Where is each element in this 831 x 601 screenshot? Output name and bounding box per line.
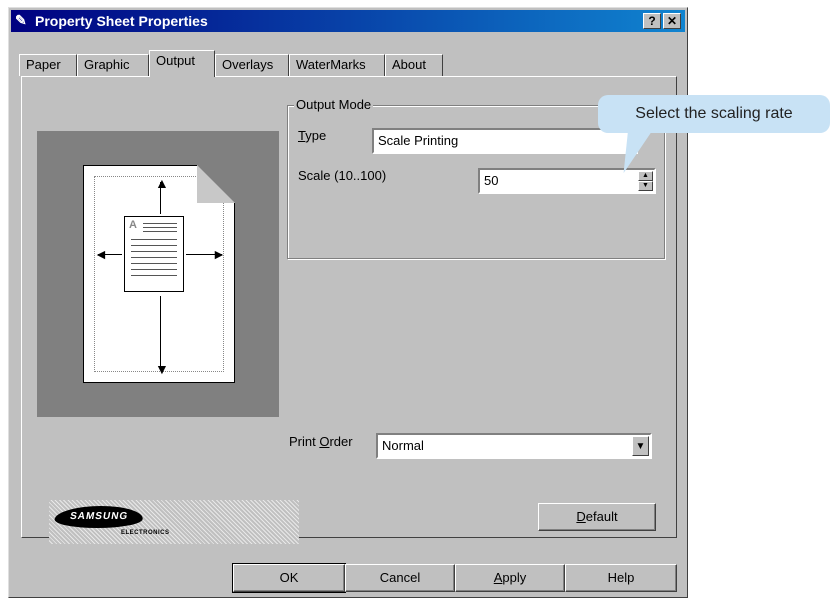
print-order-value: Normal bbox=[382, 438, 424, 453]
preview-page: ▲ ▼ ◄ ► A bbox=[83, 165, 235, 383]
type-value: Scale Printing bbox=[378, 133, 459, 148]
type-dropdown[interactable]: Scale Printing bbox=[372, 128, 638, 154]
arrow-down-icon: ▼ bbox=[155, 361, 169, 377]
title-bar[interactable]: ✎ Property Sheet Properties ? ✕ bbox=[11, 10, 685, 32]
scale-spinner[interactable]: ▲ ▼ bbox=[638, 171, 653, 191]
output-mode-title: Output Mode bbox=[294, 97, 374, 112]
tab-output[interactable]: Output bbox=[149, 50, 215, 77]
print-order-label: Print Order bbox=[289, 434, 353, 449]
spin-down-icon[interactable]: ▼ bbox=[638, 181, 653, 191]
scaled-document-icon: A bbox=[124, 216, 184, 292]
tab-overlays[interactable]: Overlays bbox=[215, 54, 289, 76]
spin-up-icon[interactable]: ▲ bbox=[638, 171, 653, 181]
printer-icon: ✎ bbox=[15, 12, 27, 28]
page-fold-corner bbox=[197, 165, 235, 203]
scale-value: 50 bbox=[484, 173, 499, 188]
help-dialog-button[interactable]: Help bbox=[565, 564, 677, 592]
arrow-left-icon: ◄ bbox=[94, 246, 108, 262]
default-button[interactable]: Default bbox=[538, 503, 656, 531]
samsung-logo: SAMSUNG ELECTRONICS bbox=[49, 500, 299, 544]
page-preview: ▲ ▼ ◄ ► A bbox=[37, 131, 279, 417]
scale-label: Scale (10..100) bbox=[298, 168, 387, 183]
chevron-down-icon[interactable]: ▼ bbox=[632, 436, 649, 456]
apply-button[interactable]: Apply bbox=[455, 564, 565, 592]
window-title: Property Sheet Properties bbox=[35, 13, 208, 29]
dialog-window: ✎ Property Sheet Properties ? ✕ Paper Gr… bbox=[8, 7, 688, 598]
close-button[interactable]: ✕ bbox=[663, 13, 681, 29]
tab-watermarks[interactable]: WaterMarks bbox=[289, 54, 385, 76]
type-label: Type bbox=[298, 128, 327, 143]
preview-letter: A bbox=[129, 219, 137, 231]
cancel-button[interactable]: Cancel bbox=[345, 564, 455, 592]
callout-bubble: Select the scaling rate bbox=[598, 95, 830, 133]
arrow-up-icon: ▲ bbox=[155, 175, 169, 191]
print-order-dropdown[interactable]: Normal ▼ bbox=[376, 433, 652, 459]
tab-graphic[interactable]: Graphic bbox=[77, 54, 149, 76]
tab-paper[interactable]: Paper bbox=[19, 54, 77, 76]
samsung-sub: ELECTRONICS bbox=[121, 530, 170, 536]
arrow-right-icon: ► bbox=[212, 246, 226, 262]
ok-button[interactable]: OK bbox=[232, 563, 346, 593]
help-button[interactable]: ? bbox=[643, 13, 661, 29]
samsung-mark: SAMSUNG bbox=[53, 506, 145, 528]
bottom-arrow-line bbox=[160, 296, 161, 370]
tab-about[interactable]: About bbox=[385, 54, 443, 76]
close-icon: ✕ bbox=[666, 14, 678, 28]
